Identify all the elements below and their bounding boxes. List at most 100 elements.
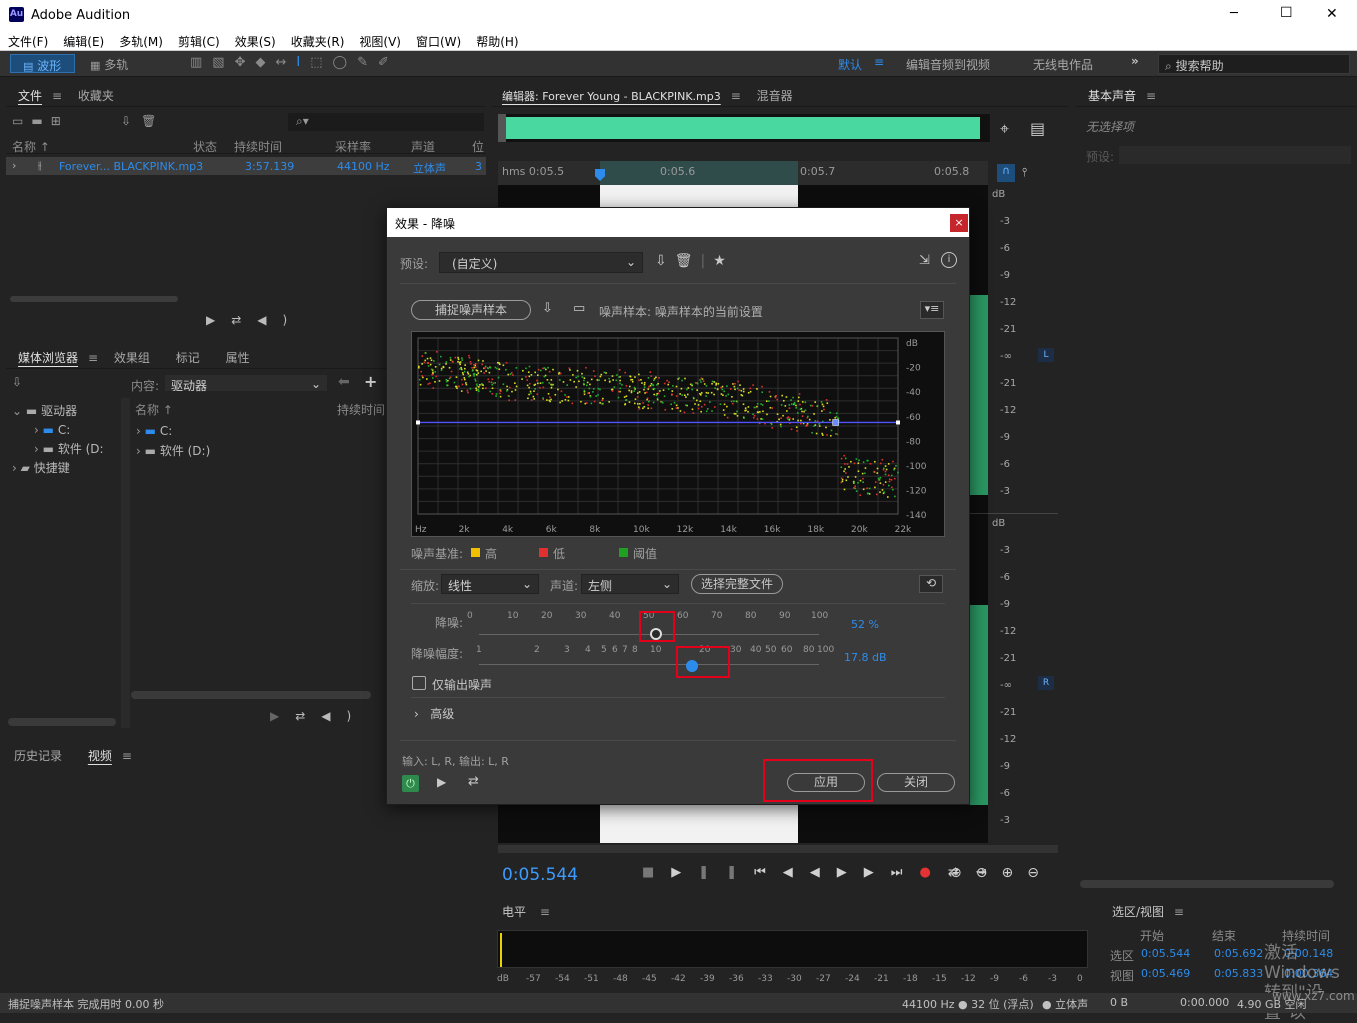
workspace-menu-icon[interactable]: ≡ <box>874 55 884 69</box>
dialog-close-button[interactable]: × <box>950 214 968 232</box>
add-shortcut-icon[interactable]: + <box>364 372 377 391</box>
tab-editor[interactable]: 编辑器: Forever Young - BLACKPINK.mp3 <box>492 82 731 104</box>
tab-properties[interactable]: 属性 <box>214 343 260 366</box>
menu-item[interactable]: 效果(S) <box>227 30 283 50</box>
menu-item[interactable]: 窗口(W) <box>408 30 468 50</box>
brush-icon[interactable]: ✎ <box>357 55 378 70</box>
headphones-icon[interactable]: ∩ <box>997 164 1015 182</box>
search-help-field[interactable]: ⌕ 搜索帮助 <box>1158 54 1350 74</box>
close-button[interactable]: ✕ <box>1326 6 1338 22</box>
workspace-video[interactable]: 编辑音频到视频 <box>906 56 990 73</box>
panel-menu-icon[interactable]: ≡ <box>731 89 741 103</box>
list-item[interactable]: › ▬ C: <box>136 421 210 441</box>
menu-item[interactable]: 剪辑(C) <box>170 30 227 50</box>
curve-point[interactable] <box>416 420 420 425</box>
panel-menu-icon[interactable]: ≡ <box>1146 89 1156 103</box>
media-vscroll[interactable] <box>8 718 116 726</box>
panel-menu-icon[interactable]: ≡ <box>1174 905 1184 919</box>
output-noise-checkbox[interactable] <box>412 676 426 690</box>
rewind-icon[interactable]: ◀◀ <box>783 865 837 880</box>
reset-graph-button[interactable]: ⟲ <box>919 575 943 593</box>
workspace-radio[interactable]: 无线电作品 <box>1033 56 1093 73</box>
panel-menu-icon[interactable]: ≡ <box>122 749 132 763</box>
delete-icon[interactable]: 🗑 <box>141 114 166 128</box>
selection-end[interactable]: 0:05.692 <box>1214 947 1263 960</box>
play-icon[interactable]: ▶ <box>671 865 698 880</box>
menu-item[interactable]: 多轨(M) <box>111 30 170 50</box>
channel-right[interactable]: R <box>1038 676 1054 690</box>
maximize-button[interactable]: ☐ <box>1280 5 1293 21</box>
spectral-view-icon[interactable]: ▤ <box>1030 119 1045 138</box>
time-selection-icon[interactable]: I <box>296 55 310 70</box>
info-icon[interactable]: i <box>941 252 957 268</box>
zoom-navigator-icon[interactable]: ⌖ <box>1000 119 1009 139</box>
more-workspaces-icon[interactable]: » <box>1131 54 1139 68</box>
multitrack-button[interactable]: ▦ 多轨 <box>86 54 144 73</box>
noise-reduction-value[interactable]: 52 % <box>851 618 879 631</box>
minimize-button[interactable]: ─ <box>1230 6 1238 21</box>
play-icon[interactable]: ▶ <box>206 313 231 327</box>
panel-menu-icon[interactable]: ≡ <box>540 905 550 919</box>
list-item[interactable]: › ▬ 软件 (D:) <box>136 441 210 461</box>
panel-menu-icon[interactable]: ≡ <box>88 351 98 365</box>
col-duration[interactable]: 持续时间 <box>234 138 282 155</box>
tab-effects-group[interactable]: 效果组 <box>102 343 160 366</box>
reduce-by-slider[interactable] <box>479 660 819 672</box>
slip-tool-icon[interactable]: ↔ <box>276 55 297 70</box>
tab-media-browser[interactable]: 媒体浏览器 <box>6 343 88 366</box>
col-name[interactable]: 名称 ↑ <box>135 401 173 418</box>
preview-play-button[interactable]: ▶ <box>437 775 446 789</box>
content-select[interactable]: 驱动器 ⌄ <box>164 374 328 393</box>
menu-item[interactable]: 视图(V) <box>351 30 408 50</box>
time-ruler[interactable]: hms 0:05.5 0:05.6 0:05.7 0:05.8 <box>498 161 988 185</box>
scale-select[interactable]: 线性 ⌄ <box>441 574 539 594</box>
loop-icon[interactable]: ⇄ <box>231 313 257 327</box>
col-bits[interactable]: 位 <box>472 138 484 155</box>
editor-hscroll[interactable] <box>498 845 1058 853</box>
advanced-toggle[interactable]: › 高级 <box>414 705 454 722</box>
routing-icon[interactable]: ⇲ <box>919 253 930 268</box>
overview-waveform[interactable] <box>498 114 990 142</box>
move-tool-icon[interactable]: ✥ <box>235 55 256 70</box>
save-noise-print-icon[interactable]: ⇩ <box>542 301 553 316</box>
col-rate[interactable]: 采样率 <box>335 138 371 155</box>
autoplay-icon[interactable]: ◀) <box>257 313 303 327</box>
stop-icon[interactable]: ■ <box>642 865 671 880</box>
power-button[interactable]: ⏻ <box>402 775 419 792</box>
capture-noise-print-button[interactable]: 捕捉噪声样本 <box>411 300 531 320</box>
spectral-freq-icon[interactable]: ▥ <box>190 55 212 70</box>
graph-menu-button[interactable]: ▾≡ <box>920 301 944 319</box>
files-search-input[interactable]: ⌕▾ <box>288 113 484 131</box>
col-name[interactable]: 名称 ↑ <box>12 138 50 155</box>
reduce-by-value[interactable]: 17.8 dB <box>844 651 887 664</box>
menu-item[interactable]: 编辑(E) <box>55 30 111 50</box>
waveform-button[interactable]: ▤ 波形 <box>10 54 75 73</box>
close-dialog-button[interactable]: 关闭 <box>877 773 955 792</box>
autoplay-icon[interactable]: ◀) <box>321 709 367 723</box>
loop-icon[interactable]: ⇄ <box>295 709 321 723</box>
channel-select[interactable]: 左侧 ⌄ <box>581 574 679 594</box>
select-entire-file-button[interactable]: 选择完整文件 <box>691 574 783 594</box>
view-start[interactable]: 0:05.469 <box>1141 967 1190 980</box>
favorite-star-icon[interactable]: ★ <box>713 253 734 269</box>
curve-point[interactable] <box>832 419 839 426</box>
zoom-in-amplitude-icon[interactable]: ⊕ <box>950 865 976 881</box>
heal-icon[interactable]: ✐ <box>378 55 399 70</box>
panel-menu-icon[interactable]: ≡ <box>52 89 62 103</box>
marquee-icon[interactable]: ⬚ <box>310 55 332 70</box>
zoom-out-time-icon[interactable]: ⊖ <box>1027 865 1053 881</box>
menu-item[interactable]: 收藏夹(R) <box>283 30 352 50</box>
download-icon[interactable]: ⇩ <box>12 375 22 389</box>
col-status[interactable]: 状态 <box>193 138 217 155</box>
menu-item[interactable]: 帮助(H) <box>468 30 525 50</box>
expand-icon[interactable]: › <box>12 159 16 172</box>
curve-point[interactable] <box>896 420 900 425</box>
record-icon[interactable]: ● <box>920 865 948 880</box>
spectral-pitch-icon[interactable]: ▧ <box>212 55 234 70</box>
razor-tool-icon[interactable]: ◆ <box>256 55 276 70</box>
zoom-in-time-icon[interactable]: ⊕ <box>1001 865 1027 881</box>
selection-start[interactable]: 0:05.544 <box>1141 947 1190 960</box>
delete-preset-icon[interactable]: 🗑 <box>675 253 701 269</box>
tree-item-d[interactable]: › ▬ 软件 (D: <box>12 440 120 459</box>
open-folder-icon[interactable]: ▭ <box>573 301 585 316</box>
